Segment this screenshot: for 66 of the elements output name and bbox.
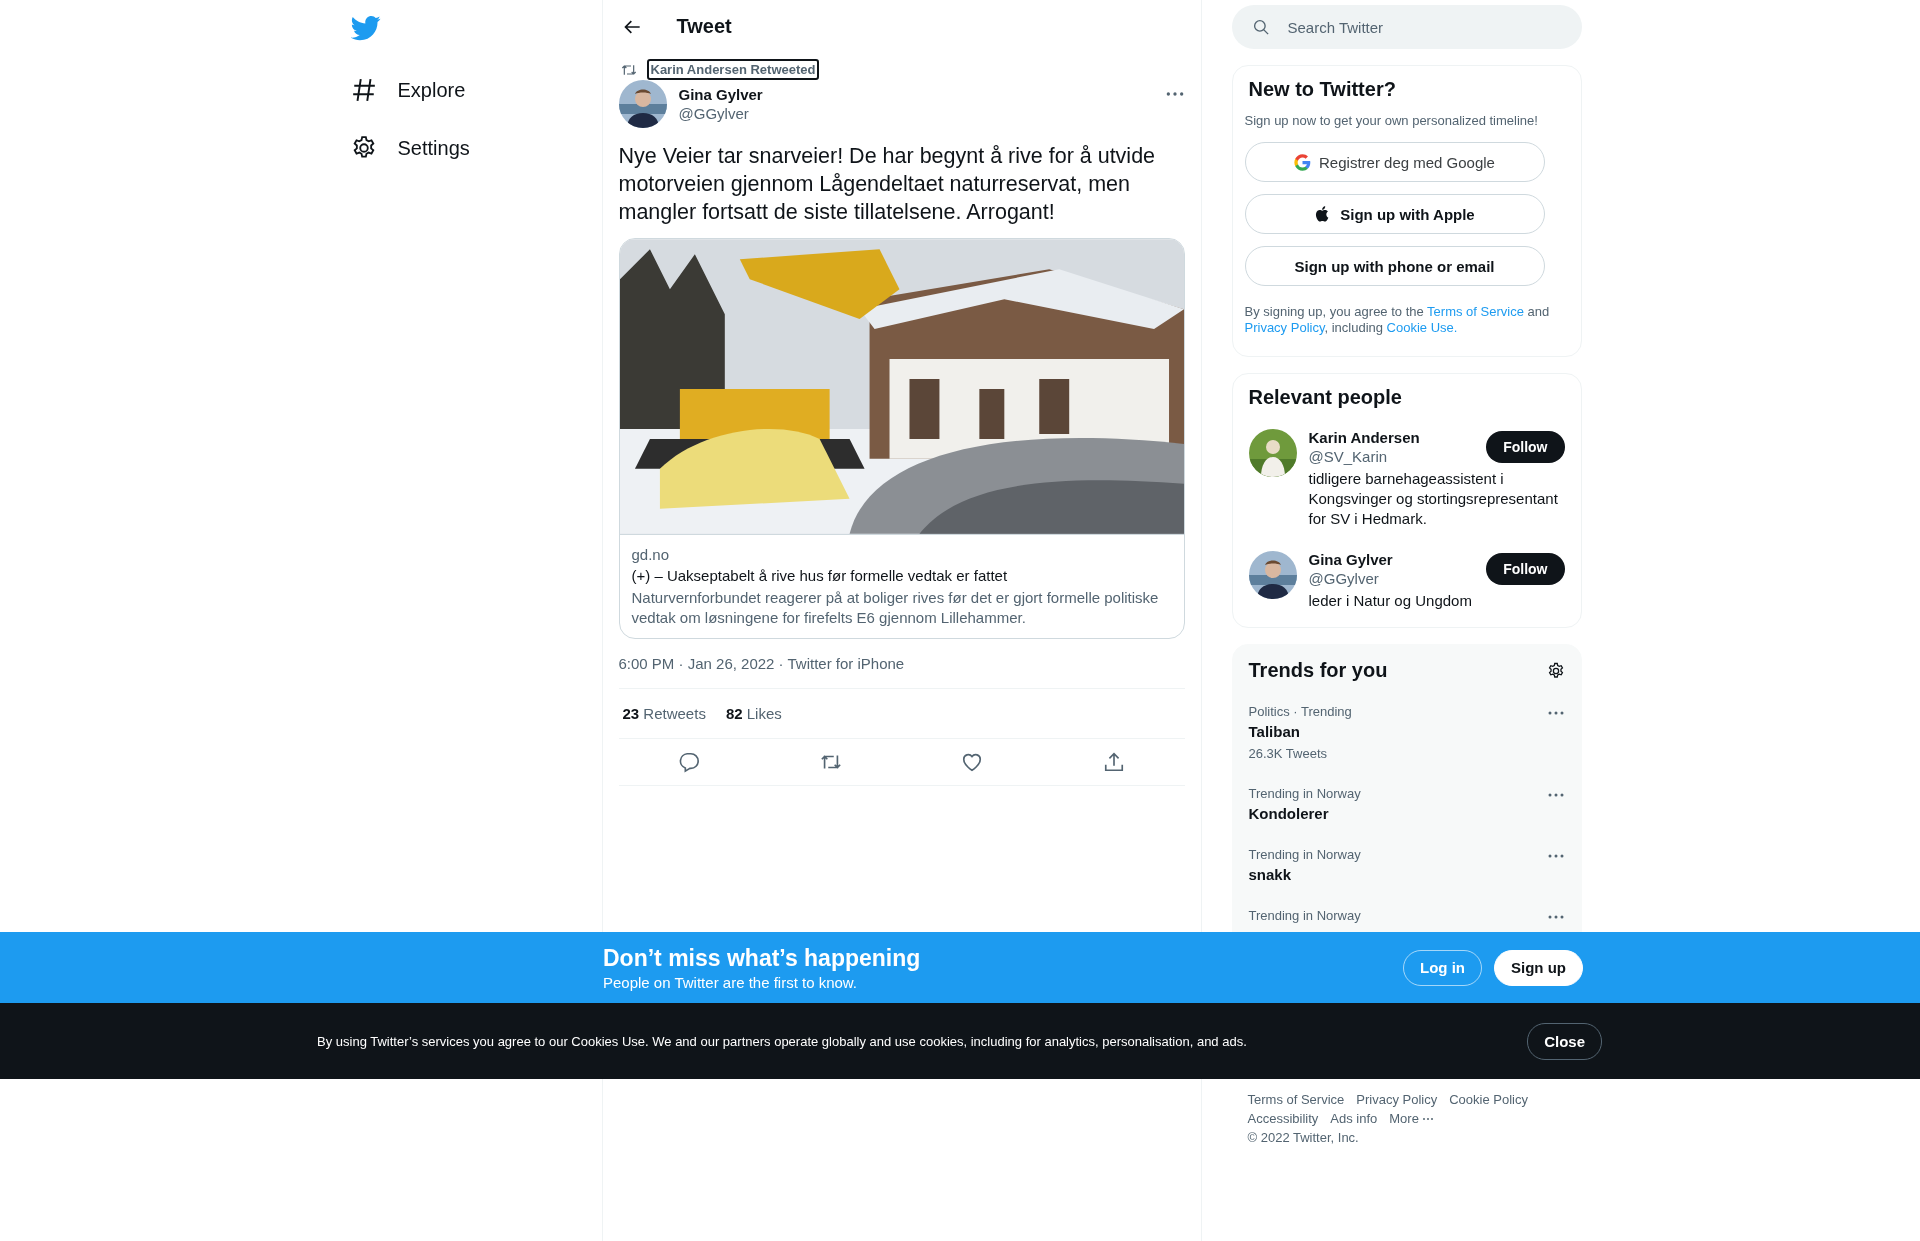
person-handle[interactable]: @GGylver [1308, 570, 1393, 587]
search-icon [1251, 18, 1270, 36]
trend-count: 26.3K Tweets [1248, 746, 1329, 761]
stat-link[interactable]: 82 Likes [725, 705, 782, 722]
avatar [1248, 551, 1297, 599]
person-handle[interactable]: @SV_Karin [1308, 448, 1420, 465]
card-title: (+) – Uakseptabelt å rive hus før formelle vedtak er fattet [631, 567, 1009, 584]
card-heading: Trends for you [1248, 659, 1388, 682]
trend-item[interactable]: Politics · Trending Taliban 26.3K Tweets [1248, 704, 1565, 761]
trend-context: Trending in Norway [1248, 908, 1361, 923]
footer-link[interactable]: Privacy Policy [1356, 1092, 1438, 1107]
search-field[interactable]: Search Twitter [1231, 5, 1582, 49]
share-icon[interactable] [1102, 751, 1125, 773]
copyright: © 2022 Twitter, Inc. [1247, 1130, 1360, 1145]
reply-icon[interactable] [678, 751, 701, 773]
person-bio: leder i Natur og Ungdom [1308, 591, 1473, 611]
nav-link[interactable]: Explore [338, 61, 478, 119]
trend-context: Trending in Norway [1248, 786, 1361, 801]
follow-button[interactable]: Follow [1486, 553, 1565, 585]
trend-context: Trending in Norway [1248, 847, 1361, 862]
retweeted-by-link[interactable]: Karin Andersen Retweeted [646, 59, 820, 80]
trend-item[interactable]: Trending in Norway snakk [1248, 847, 1565, 883]
nav-link[interactable]: Settings [338, 119, 482, 177]
footer-link[interactable]: Terms of Service [1247, 1092, 1345, 1107]
banner-subtitle: People on Twitter are the first to know. [603, 973, 859, 991]
footer-link[interactable]: Ads info [1330, 1111, 1378, 1126]
author-name[interactable]: Gina Gylver [678, 86, 1153, 103]
signup-button[interactable]: Sign up with Apple [1244, 194, 1545, 234]
google-g-icon [1294, 153, 1312, 171]
trend-context: Politics · Trending [1248, 704, 1352, 719]
trend-topic: Kondolerer [1248, 805, 1330, 822]
settings-icon[interactable] [1546, 661, 1565, 680]
banner-title: Don’t miss what’s happening [603, 944, 921, 972]
author-handle[interactable]: @GGylver [678, 105, 1153, 122]
trend-item[interactable]: Trending in Norway Kondolerer [1248, 786, 1565, 822]
person-bio: tidligere barnehageassistent i Kongsvinger og stortingsrepresentant for SV i Hedmark. [1308, 469, 1559, 529]
person-name[interactable]: Gina Gylver [1308, 551, 1393, 568]
follow-button[interactable]: Follow [1486, 431, 1565, 463]
avatar [1248, 429, 1297, 477]
footer-link[interactable]: More [1389, 1111, 1434, 1126]
card-domain: gd.no [631, 546, 671, 563]
card-heading: Relevant people [1248, 386, 1403, 409]
signup-button[interactable]: Sign up [1494, 949, 1583, 986]
page-title: Tweet [676, 15, 732, 38]
cookie-notice: By using Twitter’s services you agree to our Cookies Use. We and our partners operate globally and use cookies, including for analytics, personalisation, and ads. [317, 1033, 1247, 1049]
signup-button[interactable]: Registrer deg med Google [1244, 142, 1545, 182]
close-button[interactable]: Close [1527, 1022, 1602, 1060]
tweet-timestamp: 6:00 PM · Jan 26, 2022 · Twitter for iPhone [618, 639, 1185, 689]
signup-subtitle: Sign up now to get your own personalized timeline! [1244, 113, 1539, 128]
heart-icon[interactable] [961, 751, 984, 773]
stat-link[interactable]: 23 Retweets [622, 705, 706, 722]
card-heading: New to Twitter? [1247, 78, 1397, 101]
hashtag-icon [350, 77, 377, 103]
twitter-logo-icon[interactable] [350, 13, 381, 43]
signup-button[interactable]: Sign up with phone or email [1244, 246, 1545, 286]
footer-link[interactable]: Accessibility [1247, 1111, 1319, 1126]
footer-link[interactable]: Cookie Policy [1449, 1092, 1528, 1107]
trend-topic: Taliban [1248, 723, 1301, 740]
trend-topic: snakk [1248, 866, 1293, 883]
avatar [618, 80, 667, 128]
trend-item[interactable]: Trending in Norway [1248, 908, 1565, 926]
tweet-text: Nye Veier tar snarveier! De har begynt å rive for å utvide motorveien gjennom Lågendeltaet naturreservat, men mangler fortsatt de siste tillatelsene. Arrogant! [618, 143, 1157, 226]
person-name[interactable]: Karin Andersen [1308, 429, 1420, 446]
card-description: Naturvernforbundet reagerer på at boliger rives før det er gjort formelle politiske vedtak om løsningene for firefelts E6 gjennom Lillehammer. [631, 588, 1160, 628]
legal-text: By signing up, you agree to the Terms of Service and Privacy Policy, including Cookie Use. [1244, 304, 1551, 336]
link-card[interactable] [618, 238, 1185, 639]
